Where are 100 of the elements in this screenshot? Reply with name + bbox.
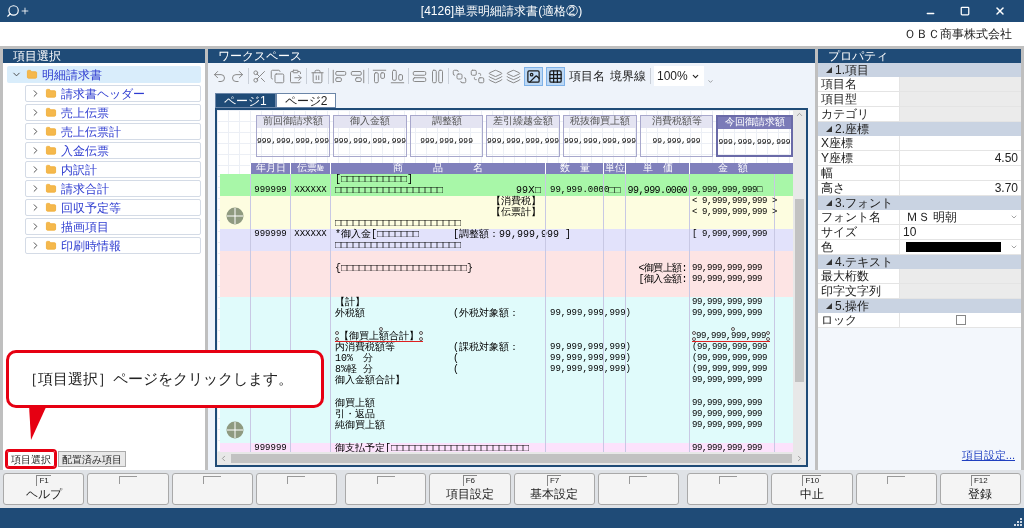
zoom-dropdown[interactable]: 100% — [654, 66, 704, 86]
same-width-icon[interactable] — [412, 68, 427, 84]
column-header: 単位 — [604, 163, 625, 174]
expanded-triangle-icon[interactable] — [826, 259, 832, 265]
property-label: Y座標 — [818, 151, 900, 165]
item-name-text: 純御買上額 — [335, 420, 385, 431]
align-left-icon[interactable] — [332, 68, 347, 84]
dropdown-caret-icon[interactable] — [1010, 243, 1018, 251]
plus-icon[interactable] — [20, 6, 30, 16]
tree-item[interactable]: 明細請求書 — [7, 66, 201, 83]
tree-item[interactable]: 入金伝票 — [25, 142, 201, 159]
property-value-field[interactable] — [900, 136, 1021, 150]
scroll-left-icon[interactable] — [219, 454, 228, 463]
property-value-field[interactable]: 3.70 — [900, 181, 1021, 195]
property-value-field[interactable]: 10 — [900, 225, 1021, 239]
page-tab[interactable]: ページ2 — [275, 93, 337, 108]
function-key[interactable] — [87, 473, 169, 505]
tree-item[interactable]: 印刷時情報 — [25, 237, 201, 254]
note-text: (外税対象額： — [453, 308, 519, 319]
function-key[interactable]: F6 項目設定 — [429, 473, 511, 505]
resize-handle[interactable] — [379, 327, 383, 331]
function-key[interactable] — [171, 473, 253, 505]
panel-tab[interactable]: 項目選択 — [7, 451, 55, 467]
toolbar-text-button[interactable]: 項目名 — [568, 67, 606, 85]
copy-icon[interactable] — [270, 68, 285, 84]
function-key[interactable]: F1 ヘルプ — [3, 473, 85, 505]
paste-icon[interactable] — [288, 68, 303, 84]
scrollbar-thumb[interactable] — [795, 199, 804, 382]
resize-grip-icon[interactable] — [1014, 518, 1022, 526]
tree-item[interactable]: 内訳計 — [25, 161, 201, 178]
function-key[interactable]: F12 登録 — [939, 473, 1021, 505]
layers-icon[interactable] — [488, 68, 503, 84]
property-value-field[interactable] — [900, 313, 1021, 327]
section-title: 4.テキスト — [835, 254, 893, 270]
expanded-triangle-icon[interactable] — [826, 126, 832, 132]
property-label: 色 — [818, 240, 900, 254]
tree-item[interactable]: 描画項目 — [25, 218, 201, 235]
function-key[interactable] — [855, 473, 937, 505]
property-label: X座標 — [818, 136, 900, 150]
delete-icon[interactable] — [310, 68, 325, 84]
property-label: サイズ — [818, 225, 900, 239]
function-key[interactable]: F10 中止 — [771, 473, 853, 505]
move-handle-icon[interactable] — [226, 207, 244, 225]
amount-text: 99,999,999,999 — [692, 274, 762, 284]
tree-item[interactable]: 売上伝票 — [25, 104, 201, 121]
align-right-icon[interactable] — [350, 68, 365, 84]
tree-item[interactable]: 請求書ヘッダー — [25, 85, 201, 102]
panel-tab[interactable]: 配置済み項目 — [58, 451, 126, 467]
resize-handle[interactable] — [731, 327, 735, 331]
property-value-field[interactable] — [900, 240, 1021, 254]
function-key[interactable] — [597, 473, 679, 505]
amount-text: 99,999,999,999 — [692, 409, 762, 419]
note-text: (課税対象額： — [453, 342, 519, 353]
lock-checkbox[interactable] — [955, 315, 966, 325]
date-text: 999999 — [254, 443, 287, 452]
layers-icon[interactable] — [506, 68, 521, 84]
summary-label: 今回御請求額 — [718, 117, 791, 129]
expanded-triangle-icon[interactable] — [826, 303, 832, 309]
maximize-icon[interactable] — [960, 6, 970, 16]
scroll-up-icon[interactable] — [795, 110, 804, 119]
property-value-field[interactable]: 4.50 — [900, 151, 1021, 165]
search-icon[interactable] — [6, 4, 20, 18]
amount-text: (99,999,999,999 — [692, 353, 767, 363]
scroll-right-icon[interactable] — [795, 454, 804, 463]
expanded-triangle-icon[interactable] — [826, 200, 832, 206]
summary-value: 999,999,999 — [419, 135, 474, 147]
grid-toggle[interactable] — [546, 66, 565, 86]
page-tab[interactable]: ページ1 — [215, 93, 276, 108]
scrollbar-thumb[interactable] — [231, 454, 792, 463]
property-value-field[interactable]: ＭＳ 明朝 — [900, 210, 1021, 224]
amount-text: 99,999,999,999 — [692, 263, 762, 273]
function-key[interactable] — [255, 473, 337, 505]
align-bottom-icon[interactable] — [390, 68, 405, 84]
move-handle-icon[interactable] — [226, 421, 244, 439]
undo-icon[interactable] — [212, 68, 227, 84]
tree-item[interactable]: 売上伝票計 — [25, 123, 201, 140]
picture-toggle[interactable] — [524, 66, 543, 86]
same-height-icon[interactable] — [430, 68, 445, 84]
property-value-field[interactable] — [900, 166, 1021, 180]
tree-item[interactable]: 回収予定等 — [25, 199, 201, 216]
section-title: 5.操作 — [835, 298, 869, 315]
folder-icon — [45, 202, 57, 213]
align-top-icon[interactable] — [372, 68, 387, 84]
function-key[interactable]: F7 基本設定 — [513, 473, 595, 505]
function-key[interactable] — [687, 473, 769, 505]
quantity-text: 99,999,999,999) — [550, 308, 631, 318]
dropdown-caret-icon[interactable] — [1010, 213, 1018, 221]
selection-frame[interactable]: 99,999,999,999 — [692, 331, 770, 342]
expanded-triangle-icon[interactable] — [826, 67, 832, 73]
company-name: ＯＢＣ商事株式会社 — [904, 26, 1012, 43]
item-settings-link[interactable]: 項目設定... — [961, 449, 1015, 461]
redo-icon[interactable] — [230, 68, 245, 84]
overflow-icon[interactable] — [707, 77, 714, 85]
panel-title: 項目選択 — [13, 49, 61, 63]
section-title: 3.フォント — [835, 195, 893, 211]
tree-item[interactable]: 請求合計 — [25, 180, 201, 197]
function-key[interactable] — [345, 473, 427, 505]
cut-icon[interactable] — [252, 68, 267, 84]
toolbar-text-button[interactable]: 境界線 — [609, 67, 647, 85]
close-icon[interactable] — [994, 5, 1006, 17]
